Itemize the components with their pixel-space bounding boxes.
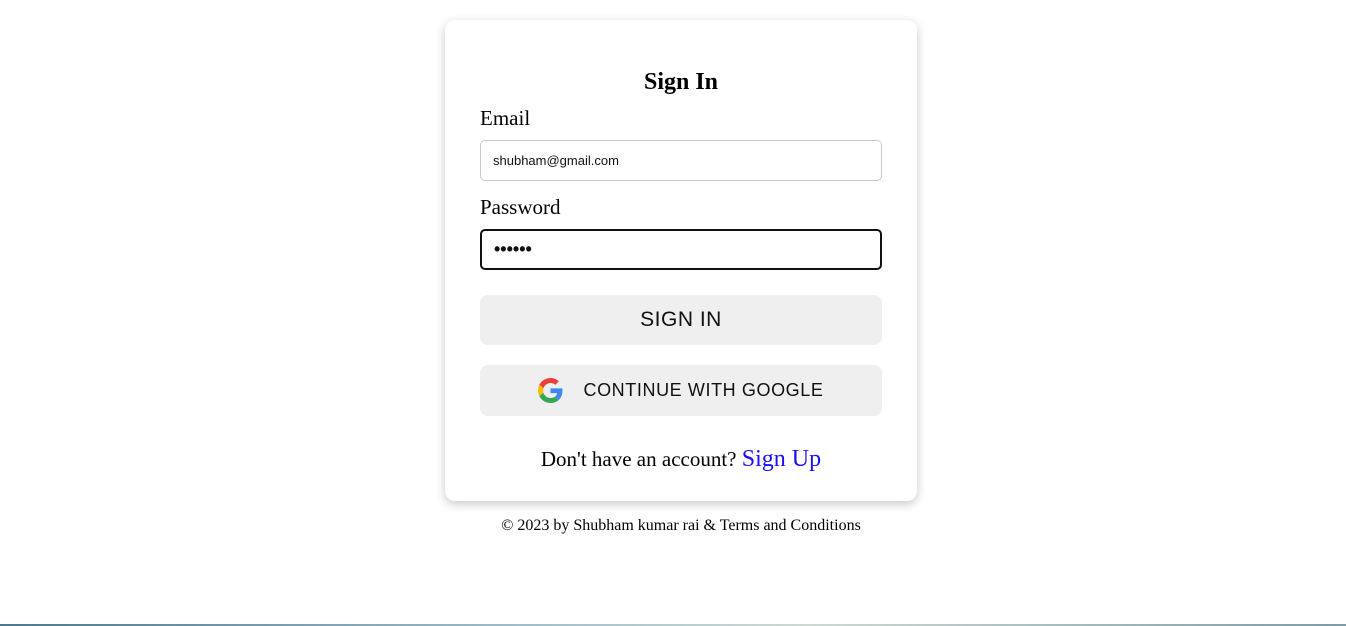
footer-text: © 2023 by Shubham kumar rai & Terms and … [501,517,861,534]
email-label: Email [480,106,531,130]
signup-prompt: Don't have an account? [540,447,737,471]
password-label: Password [480,195,561,219]
email-field[interactable] [480,140,882,181]
page-title: Sign In [643,69,719,95]
sign-in-button[interactable]: SIGN IN [480,295,882,345]
page: Sign In Email Password SIGN IN CONTINUE … [0,0,1346,626]
google-button-label: CONTINUE WITH GOOGLE [583,380,824,400]
continue-with-google-button[interactable]: CONTINUE WITH GOOGLE [480,365,882,416]
sign-in-button-label: SIGN IN [640,308,722,331]
google-g-icon [538,378,563,403]
signin-card: Sign In Email Password SIGN IN CONTINUE … [445,20,917,501]
password-field[interactable] [480,229,882,270]
signup-prompt-line: Don't have an account? Sign Up [445,445,917,473]
sign-up-link[interactable]: Sign Up [742,446,821,472]
